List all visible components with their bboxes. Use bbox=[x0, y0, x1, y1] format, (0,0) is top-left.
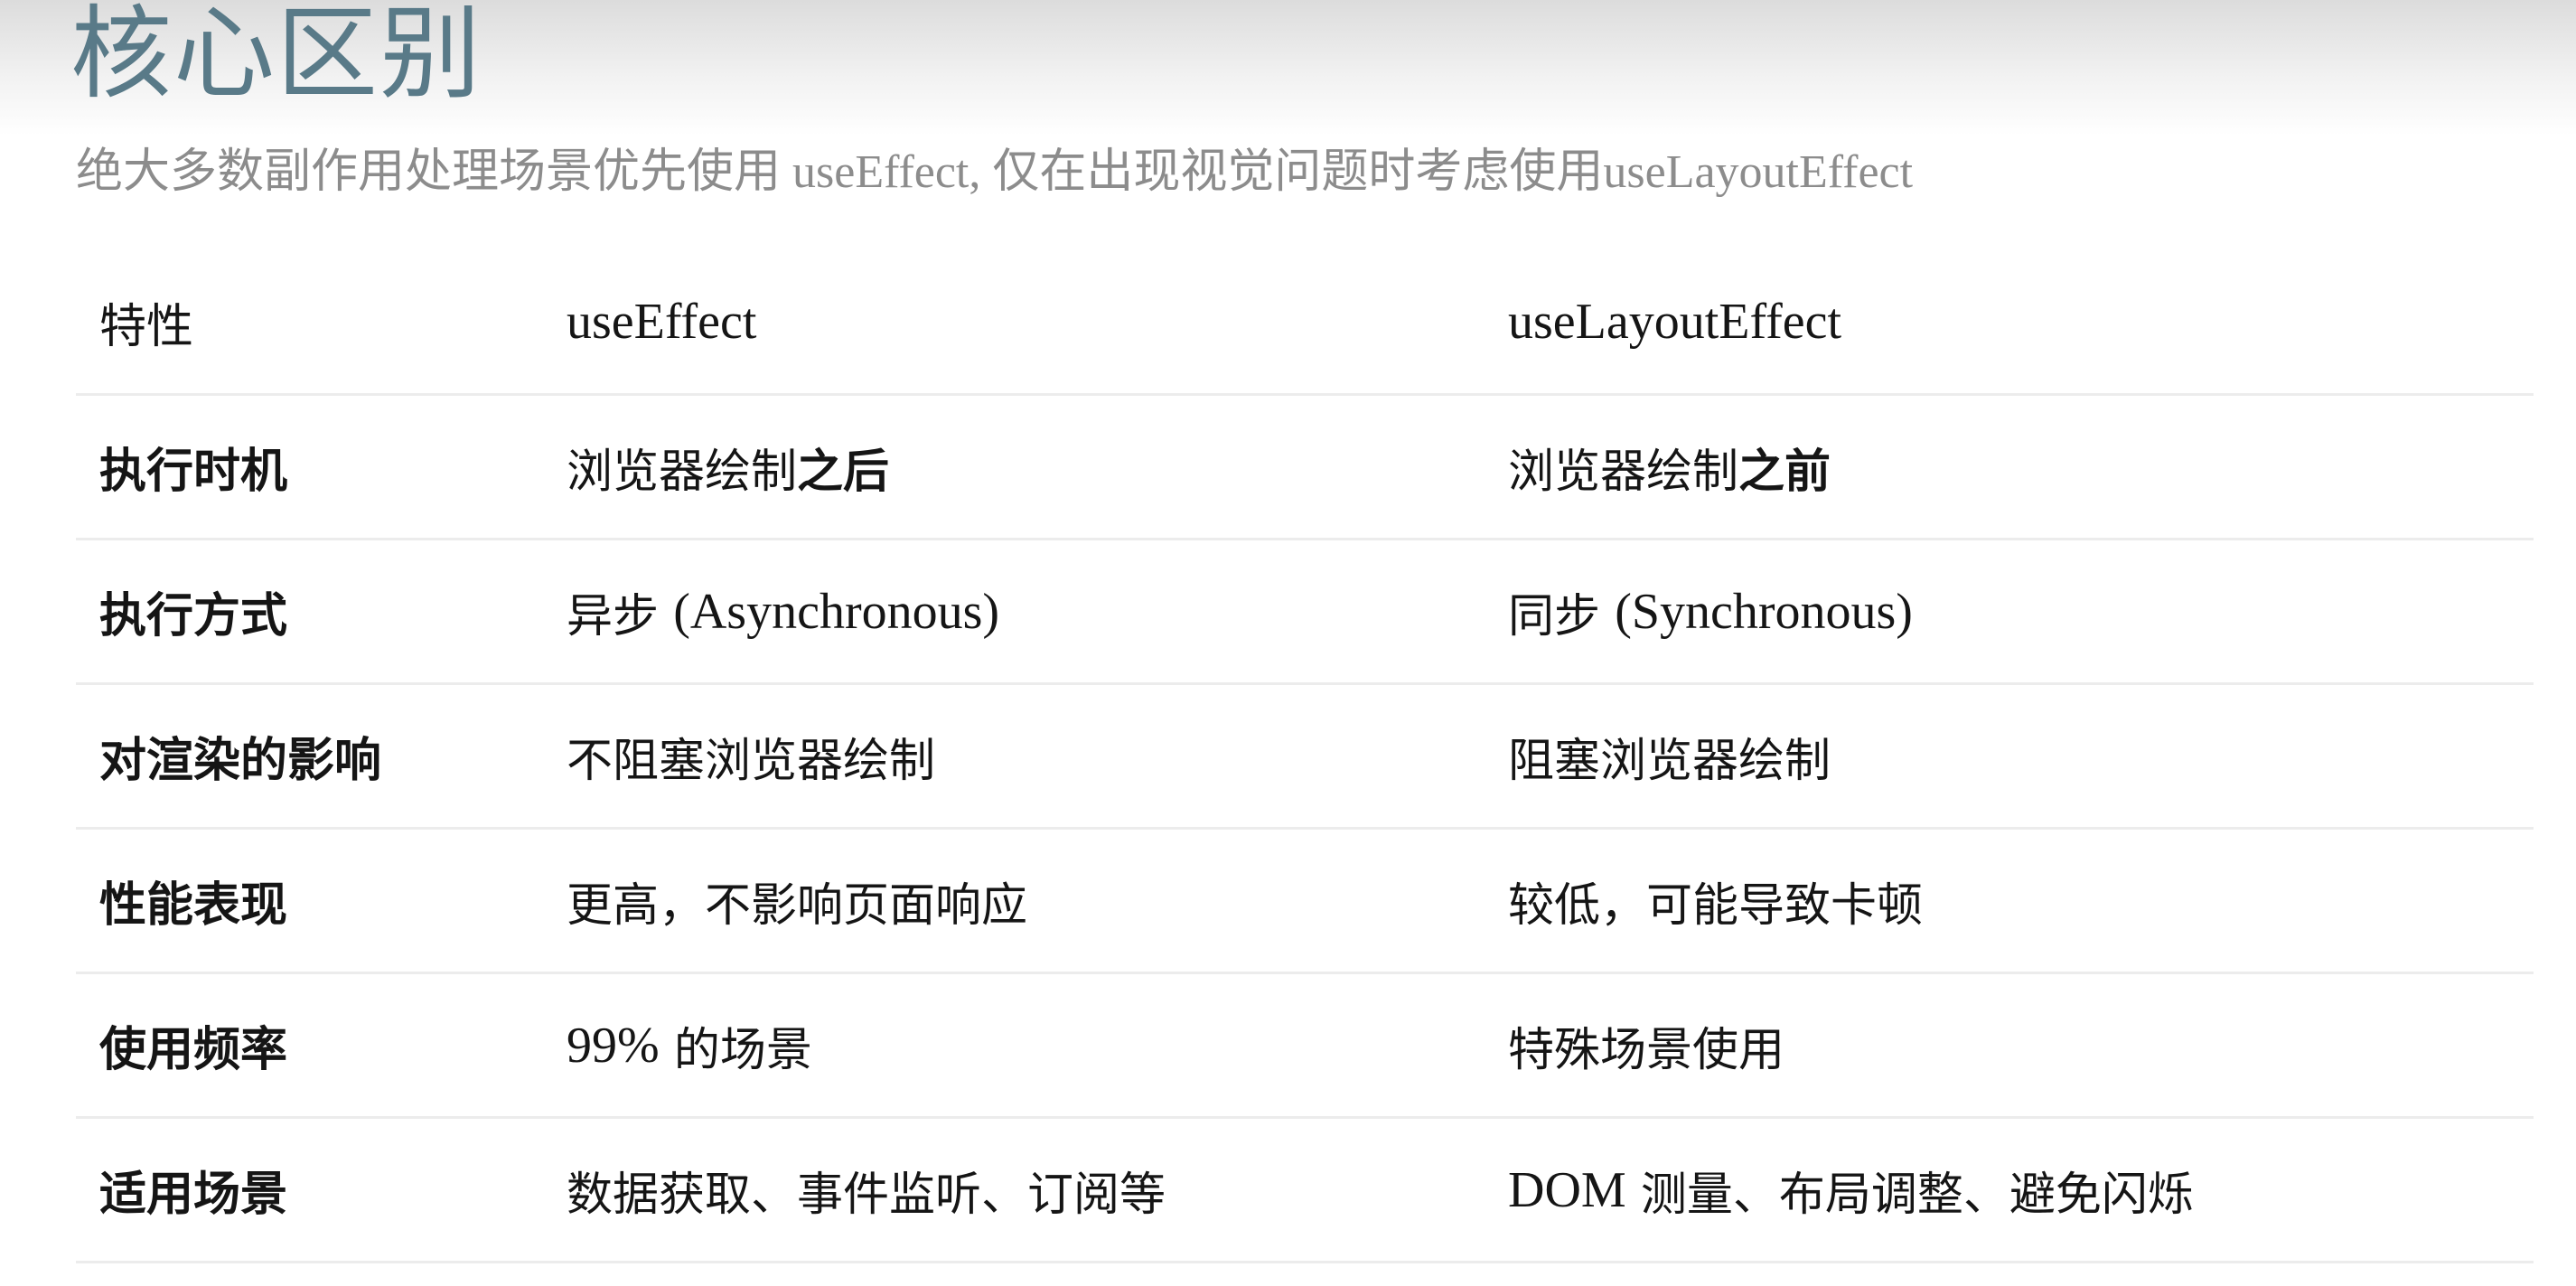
cell-text: 异步 bbox=[567, 589, 674, 643]
table-row-execution-mode: 执行方式 异步 (Asynchronous) 同步 (Synchronous) bbox=[76, 540, 2534, 685]
cell-emphasis: 之后 bbox=[797, 445, 890, 499]
use-effect-cell: 浏览器绘制 之后 bbox=[567, 396, 889, 538]
cell-text-latin: DOM bbox=[1508, 1161, 1626, 1218]
use-layout-effect-cell: 特殊场景使用 bbox=[1508, 1023, 1785, 1077]
use-effect-cell: 数据获取、事件监听、订阅等 bbox=[567, 1168, 1166, 1222]
table-row-frequency: 使用频率 99% 的场景 特殊场景使用 bbox=[76, 974, 2534, 1119]
use-effect-cell: 99% 的场景 bbox=[567, 974, 812, 1116]
page-title: 核心区别 bbox=[70, 0, 482, 113]
table-row-performance: 性能表现 更高，不影响页面响应 较低，可能导致卡顿 bbox=[76, 830, 2534, 974]
use-effect-cell: 不阻塞浏览器绘制 bbox=[567, 734, 936, 788]
header-use-layout-effect: useLayoutEffect bbox=[1508, 294, 1842, 350]
comparison-table: 特性 useEffect useLayoutEffect 执行时机 浏览器绘制之… bbox=[76, 250, 2534, 1263]
use-layout-effect-cell: 浏览器绘制 之前 bbox=[1508, 396, 1831, 538]
cell-text-latin: (Asynchronous) bbox=[673, 583, 1000, 640]
cell-text: 浏览器绘制 bbox=[567, 445, 798, 499]
cell-text: 测量、布局调整、避免闪烁 bbox=[1625, 1168, 2194, 1222]
cell-text-latin: 99% bbox=[567, 1017, 660, 1074]
use-layout-effect-cell: 较低，可能导致卡顿 bbox=[1508, 878, 1924, 933]
page-subtitle: 绝大多数副作用处理场景优先使用 useEffect, 仅在出现视觉问题时考虑使用… bbox=[76, 146, 1914, 198]
table-row-timing: 执行时机 浏览器绘制 之后 浏览器绘制 之前 bbox=[76, 396, 2534, 540]
cell-text: 浏览器绘制 bbox=[1508, 445, 1739, 499]
table-row-use-cases: 适用场景 数据获取、事件监听、订阅等 DOM 测量、布局调整、避免闪烁 bbox=[76, 1119, 2534, 1263]
use-layout-effect-cell: 同步 (Synchronous) bbox=[1508, 540, 1913, 682]
feature-cell: 使用频率 bbox=[99, 1023, 288, 1077]
feature-cell: 执行时机 bbox=[99, 445, 288, 499]
use-effect-cell: 异步 (Asynchronous) bbox=[567, 540, 999, 682]
table-header-row: 特性 useEffect useLayoutEffect bbox=[76, 250, 2534, 396]
feature-cell: 性能表现 bbox=[99, 878, 288, 933]
table-row-render-impact: 对渲染的影响 不阻塞浏览器绘制 阻塞浏览器绘制 bbox=[76, 685, 2534, 830]
cell-text: 的场景 bbox=[659, 1023, 812, 1077]
feature-cell: 对渲染的影响 bbox=[99, 734, 382, 788]
cell-text-latin: (Synchronous) bbox=[1615, 583, 1913, 640]
use-effect-cell: 更高，不影响页面响应 bbox=[567, 878, 1028, 933]
cell-emphasis: 之前 bbox=[1738, 445, 1831, 499]
use-layout-effect-cell: 阻塞浏览器绘制 bbox=[1508, 734, 1831, 788]
cell-text: 同步 bbox=[1508, 589, 1616, 643]
header-feature: 特性 bbox=[99, 299, 194, 354]
feature-cell: 执行方式 bbox=[99, 589, 288, 643]
header-use-effect: useEffect bbox=[567, 294, 757, 350]
feature-cell: 适用场景 bbox=[99, 1168, 288, 1222]
use-layout-effect-cell: DOM 测量、布局调整、避免闪烁 bbox=[1508, 1119, 2194, 1261]
